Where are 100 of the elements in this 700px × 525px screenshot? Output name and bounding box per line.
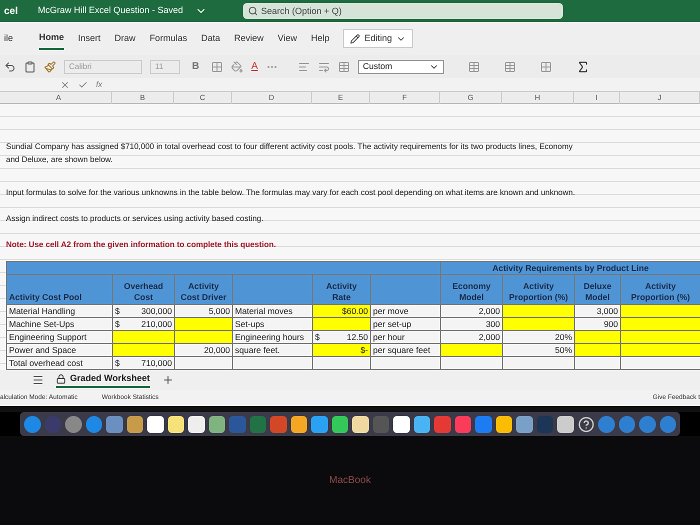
- font-color-icon[interactable]: A: [251, 59, 258, 74]
- currency-sign: $: [115, 306, 120, 316]
- table-cell[interactable]: [575, 331, 621, 344]
- ribbon-tab[interactable]: Home: [39, 26, 64, 50]
- column-heading: Activity Proportion (%): [621, 275, 700, 305]
- table-cell: per hour: [371, 331, 441, 344]
- column-heading: Economy Model: [441, 275, 503, 305]
- number-format-dropdown[interactable]: Custom: [358, 60, 444, 74]
- table-cell[interactable]: [175, 318, 233, 331]
- sheet-tab[interactable]: Graded Worksheet: [56, 372, 150, 388]
- align-icon[interactable]: [298, 60, 310, 72]
- table-cell: Material moves: [233, 305, 313, 318]
- pencil-icon: [350, 34, 360, 44]
- bezel-label: MacBook: [329, 474, 371, 488]
- table-cell: Material Handling: [7, 305, 113, 318]
- table-cell: 900: [575, 318, 621, 331]
- table-cell: Engineering Support: [7, 331, 113, 344]
- column-heading: Activity Cost Pool: [7, 275, 113, 305]
- table-cell: 20%: [503, 331, 575, 344]
- function-label[interactable]: fx: [96, 78, 102, 90]
- search-icon: [248, 6, 258, 16]
- app-icon[interactable]: [393, 416, 410, 432]
- ribbon-tab[interactable]: Help: [310, 28, 330, 50]
- ribbon-tab[interactable]: Review: [234, 28, 264, 50]
- table-cell[interactable]: [441, 344, 503, 357]
- column-heading: Activity Rate: [313, 275, 371, 305]
- check-icon[interactable]: [78, 80, 88, 90]
- table-cell: 5,000: [175, 305, 233, 318]
- table-cell[interactable]: [113, 331, 175, 344]
- cancel-icon[interactable]: [60, 80, 70, 90]
- ribbon-tab[interactable]: Data: [201, 28, 220, 50]
- table-cell: square feet.: [233, 344, 313, 357]
- table-cell[interactable]: [503, 318, 575, 331]
- help-icon[interactable]: [578, 416, 594, 432]
- table-cell[interactable]: [175, 331, 233, 344]
- table-cell: 3,000: [575, 305, 621, 318]
- table-cell[interactable]: $60.00: [313, 305, 371, 318]
- table-cell: per set-up: [371, 318, 441, 331]
- app-icon[interactable]: [332, 416, 348, 432]
- table-cell: Power and Space: [7, 344, 113, 357]
- table-cell: 2,000: [441, 331, 503, 344]
- table-cell: 50%: [503, 344, 575, 357]
- wrap-icon[interactable]: [318, 60, 330, 72]
- table-cell[interactable]: [575, 344, 621, 357]
- menu-icon[interactable]: [32, 374, 44, 386]
- column-heading: Overhead Cost: [113, 275, 175, 305]
- document-title: McGraw Hill Excel Question - Saved: [38, 4, 183, 18]
- table-cell: per move: [371, 305, 441, 318]
- table-cell[interactable]: $-: [313, 344, 371, 357]
- instruction-text: Assign indirect costs to products or services using activity based costing.: [6, 213, 264, 225]
- clipboard-icon[interactable]: [24, 60, 36, 72]
- instruction-text: Input formulas to solve for the various unknowns in the table below. The formulas may vary for each cost pool depending on what items are known and unknown.: [6, 187, 576, 199]
- app-icon[interactable]: [168, 416, 184, 432]
- table-cell: 2,000: [441, 305, 503, 318]
- table-cell[interactable]: [621, 344, 700, 357]
- app-icon[interactable]: [557, 416, 574, 432]
- app-icon[interactable]: [290, 416, 307, 432]
- app-icon[interactable]: [188, 416, 204, 432]
- cell-value: 210,000: [141, 320, 172, 328]
- cell-value: 710,000: [141, 358, 172, 368]
- table-cell: Set-ups: [233, 318, 313, 331]
- table-cell[interactable]: [621, 318, 700, 331]
- currency-sign: $: [315, 332, 320, 342]
- bold-button[interactable]: B: [188, 59, 204, 74]
- table-cell: Machine Set-Ups: [7, 318, 113, 331]
- table-cell[interactable]: [503, 305, 575, 318]
- note-text: Note: Use cell A2 from the given information to complete this question.: [6, 239, 277, 251]
- table-cell: per square feet: [371, 344, 441, 357]
- paintbrush-icon[interactable]: [44, 60, 56, 72]
- currency-sign: $: [115, 358, 120, 368]
- table-cell[interactable]: [621, 305, 700, 318]
- cell-value: 300,000: [141, 306, 172, 316]
- ribbon-tab[interactable]: View: [278, 28, 297, 50]
- undo-icon[interactable]: [4, 60, 16, 72]
- ribbon-tab[interactable]: ile: [4, 28, 14, 50]
- table-cell[interactable]: [621, 331, 700, 344]
- app-name: cel: [4, 4, 18, 18]
- table-cell: 20,000: [175, 344, 233, 357]
- table-cell[interactable]: [113, 344, 175, 357]
- column-heading: Activity Proportion (%): [503, 275, 575, 305]
- cell-value: 12.50: [346, 332, 368, 342]
- borders-icon[interactable]: [211, 60, 224, 72]
- app-icon[interactable]: [414, 416, 430, 432]
- search-field[interactable]: Search (Option + Q): [243, 3, 563, 19]
- app-icon[interactable]: [147, 416, 164, 432]
- table-cell[interactable]: [313, 318, 371, 331]
- table-cell: 300: [441, 318, 503, 331]
- editing-button[interactable]: Editing: [343, 28, 414, 48]
- column-heading: Activity Cost Driver: [175, 275, 233, 305]
- ribbon-tab[interactable]: Draw: [114, 28, 136, 50]
- fill-icon[interactable]: [231, 60, 244, 72]
- column-heading: Deluxe Model: [575, 275, 621, 305]
- app-icon[interactable]: [352, 416, 368, 432]
- ribbon-tab[interactable]: Formulas: [150, 28, 188, 50]
- ribbon-tab[interactable]: Insert: [78, 28, 101, 50]
- app-icon[interactable]: [496, 416, 512, 432]
- app-icon[interactable]: [208, 416, 225, 432]
- add-sheet-icon[interactable]: [162, 374, 174, 386]
- instruction-text: Sundial Company has assigned $710,000 in total overhead cost to four different activity cost pools. The activity requirements for its two products lines, Economy and Deluxe, are shown below.: [6, 141, 574, 166]
- table-format-icon[interactable]: [540, 60, 552, 72]
